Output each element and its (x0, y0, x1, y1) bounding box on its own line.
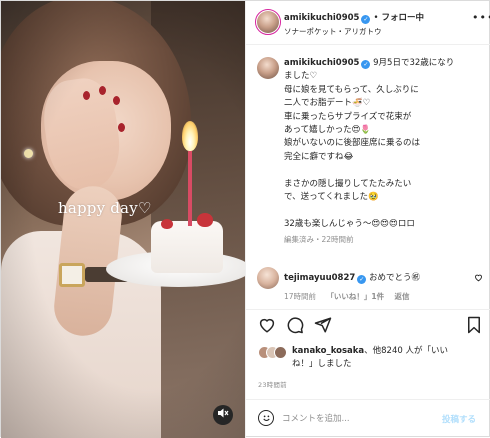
likes-summary: kanako_kosaka、他8240 人が「いい ね！」しました (258, 345, 488, 371)
separator-dot: • (373, 13, 379, 23)
caption-author-avatar[interactable] (257, 57, 279, 79)
liker-avatar (274, 346, 287, 359)
bookmark-icon[interactable] (466, 316, 482, 338)
action-bar (246, 309, 490, 341)
caption-line: 母に娘を見てもらって、久しぶりに (284, 84, 419, 95)
photo-overlay-caption: happy day♡ (58, 199, 152, 217)
reply-username[interactable]: tejimayuu0827 (284, 273, 355, 283)
comment-like-icon[interactable] (474, 273, 483, 284)
caption-line: ました♡ (284, 71, 318, 82)
header-line: amikikuchi0905 ✓ • フォロー中 (284, 11, 424, 24)
reply-comment: tejimayuu0827 ✓ おめでとう㊗ (284, 271, 420, 284)
add-comment-bar: 投稿する (246, 399, 490, 438)
reply-time: 17時間前 (284, 292, 317, 301)
caption-line: 娘がいないのに後部座席に乗るのは (284, 138, 421, 149)
verified-badge-icon: ✓ (361, 15, 371, 24)
liker-username[interactable]: kanako_kosaka (292, 346, 364, 356)
caption-line: あって嬉しかった😍🌷 (284, 125, 372, 136)
likes-count-text[interactable]: 、他8240 人が「いい (364, 346, 448, 356)
comment-icon[interactable] (286, 316, 304, 338)
post-timestamp[interactable]: 23時間前 (258, 379, 287, 389)
verified-badge-icon: ✓ (361, 60, 371, 69)
caption-line: 車に乗ったらサプライズで花束が (284, 111, 412, 122)
audio-track-link[interactable]: ソナーポケット・アリガトウ (284, 26, 382, 37)
caption-line: まさかの隠し撮りしてたたみたい (284, 178, 412, 189)
reply-text: おめでとう㊗ (369, 273, 421, 283)
post-dialog: happy day♡ amikikuchi0905 ✓ • フォロー中 ソナーポケット… (0, 0, 490, 438)
caption-meta: 編集済み・22時間前 (284, 235, 354, 245)
caption-line: 32歳も楽しんじゃう〜😍😍😍ロロ (284, 218, 415, 229)
photo-vignette (1, 1, 245, 438)
comment-input[interactable] (282, 410, 432, 428)
reply-author-avatar[interactable] (257, 267, 279, 289)
caption-line: 二人でお脂デート🍜♡ (284, 98, 371, 109)
reply-likes-link[interactable]: 「いいね！」1件 (326, 292, 384, 301)
caption-line: で、送ってくれました🥹 (284, 192, 379, 203)
comments-section: amikikuchi0905 ✓ 9月5日で32歳になり ました♡ 母に娘を見ても… (246, 45, 490, 309)
post-comment-button[interactable]: 投稿する (442, 413, 476, 425)
post-header: amikikuchi0905✓•フォロー中 ソナーポケット・アリガトウ ••• (246, 1, 490, 45)
share-icon[interactable] (314, 316, 332, 338)
more-options-icon[interactable]: ••• (472, 11, 490, 24)
author-avatar[interactable] (257, 11, 279, 33)
post-photo[interactable]: happy day♡ (1, 1, 245, 438)
caption-text: 9月5日で32歳になり (373, 58, 455, 68)
heart-icon[interactable] (258, 316, 276, 338)
reply-button[interactable]: 返信 (395, 292, 410, 301)
caption-username[interactable]: amikikuchi0905 (284, 58, 359, 68)
likes-line-2[interactable]: ね！」しました (258, 358, 488, 371)
caption-first-line: amikikuchi0905 ✓ 9月5日で32歳になり (284, 57, 484, 70)
following-button[interactable]: フォロー中 (381, 13, 424, 23)
author-username[interactable]: amikikuchi0905 (284, 13, 359, 23)
caption-line: 完全に癖ですね😂 (284, 151, 354, 162)
post-side-panel: amikikuchi0905✓•フォロー中 ソナーポケット・アリガトウ ••• … (245, 1, 490, 438)
reply-meta: 17時間前 「いいね！」1件 返信 (284, 291, 418, 302)
post-caption: amikikuchi0905 ✓ 9月5日で32歳になり ました♡ 母に娘を見ても… (284, 57, 484, 247)
verified-badge-icon: ✓ (357, 275, 367, 284)
speaker-muted-icon[interactable] (213, 405, 233, 425)
emoji-icon[interactable] (258, 410, 274, 426)
likes-line-1: kanako_kosaka、他8240 人が「いい (258, 345, 488, 358)
